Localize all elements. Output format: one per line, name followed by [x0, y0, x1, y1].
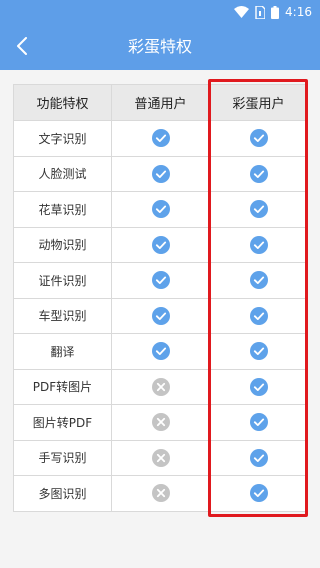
check-circle-icon	[151, 164, 170, 183]
status-bar: 4:16	[0, 0, 320, 24]
status-time: 4:16	[285, 5, 312, 19]
table-row: 人脸测试	[13, 155, 308, 192]
egg-user-cell	[209, 297, 308, 334]
egg-user-cell	[209, 262, 308, 299]
table-row: 多图识别	[13, 475, 308, 512]
egg-user-cell	[209, 120, 308, 157]
egg-user-cell	[209, 439, 308, 476]
feature-name-cell: 翻译	[13, 333, 112, 370]
privilege-table: 功能特权 普通用户 彩蛋用户 文字识别 人脸测试 花草识别 动物识别 证件识别 车型识别翻…	[13, 84, 308, 512]
header-egg-user: 彩蛋用户	[209, 84, 308, 121]
check-circle-icon	[249, 484, 268, 503]
table-row: 花草识别	[13, 191, 308, 228]
check-circle-icon	[249, 235, 268, 254]
egg-user-cell	[209, 333, 308, 370]
cross-circle-icon	[151, 377, 170, 396]
table-row: 文字识别	[13, 120, 308, 157]
check-circle-icon	[249, 448, 268, 467]
feature-name-cell: 动物识别	[13, 226, 112, 263]
egg-user-cell	[209, 368, 308, 405]
table-header-row: 功能特权 普通用户 彩蛋用户	[13, 84, 308, 121]
table-row: 翻译	[13, 333, 308, 370]
table-row: 动物识别	[13, 226, 308, 263]
check-circle-icon	[249, 271, 268, 290]
table-row: 车型识别	[13, 297, 308, 334]
wifi-icon	[234, 6, 250, 18]
cross-circle-icon	[151, 484, 170, 503]
normal-user-cell	[111, 297, 210, 334]
check-circle-icon	[249, 413, 268, 432]
check-circle-icon	[151, 129, 170, 148]
header-normal-user: 普通用户	[111, 84, 210, 121]
check-circle-icon	[249, 377, 268, 396]
table-row: PDF转图片	[13, 368, 308, 405]
feature-name-cell: 人脸测试	[13, 155, 112, 192]
check-circle-icon	[249, 164, 268, 183]
cross-circle-icon	[151, 448, 170, 467]
status-icons: 4:16	[234, 4, 312, 20]
check-circle-icon	[249, 200, 268, 219]
check-circle-icon	[151, 271, 170, 290]
check-circle-icon	[151, 342, 170, 361]
normal-user-cell	[111, 191, 210, 228]
feature-name-cell: 多图识别	[13, 475, 112, 512]
check-circle-icon	[249, 342, 268, 361]
privilege-table-container: 功能特权 普通用户 彩蛋用户 文字识别 人脸测试 花草识别 动物识别 证件识别 车型识别翻…	[13, 84, 308, 512]
table-row: 手写识别	[13, 439, 308, 476]
feature-name-cell: 文字识别	[13, 120, 112, 157]
normal-user-cell	[111, 226, 210, 263]
check-circle-icon	[151, 306, 170, 325]
normal-user-cell	[111, 333, 210, 370]
app-header: 4:16 彩蛋特权	[0, 0, 320, 70]
nav-bar: 彩蛋特权	[0, 24, 320, 70]
feature-name-cell: 手写识别	[13, 439, 112, 476]
feature-name-cell: 图片转PDF	[13, 404, 112, 441]
normal-user-cell	[111, 439, 210, 476]
normal-user-cell	[111, 262, 210, 299]
egg-user-cell	[209, 404, 308, 441]
egg-user-cell	[209, 155, 308, 192]
egg-user-cell	[209, 191, 308, 228]
egg-user-cell	[209, 226, 308, 263]
header-feature: 功能特权	[13, 84, 112, 121]
cross-circle-icon	[151, 413, 170, 432]
normal-user-cell	[111, 475, 210, 512]
check-circle-icon	[151, 235, 170, 254]
feature-name-cell: PDF转图片	[13, 368, 112, 405]
feature-name-cell: 车型识别	[13, 297, 112, 334]
check-circle-icon	[151, 200, 170, 219]
page-title: 彩蛋特权	[127, 37, 192, 56]
egg-user-cell	[209, 475, 308, 512]
table-body: 文字识别 人脸测试 花草识别 动物识别 证件识别 车型识别 翻译 PDF转图片 图片转PDF 手写…	[13, 120, 308, 512]
feature-name-cell: 证件识别	[13, 262, 112, 299]
check-circle-icon	[249, 306, 268, 325]
normal-user-cell	[111, 155, 210, 192]
normal-user-cell	[111, 120, 210, 157]
battery-icon	[271, 5, 280, 19]
table-row: 证件识别	[13, 262, 308, 299]
normal-user-cell	[111, 368, 210, 405]
feature-name-cell: 花草识别	[13, 191, 112, 228]
check-circle-icon	[249, 129, 268, 148]
normal-user-cell	[111, 404, 210, 441]
table-row: 图片转PDF	[13, 404, 308, 441]
sim-card-icon	[255, 5, 266, 19]
